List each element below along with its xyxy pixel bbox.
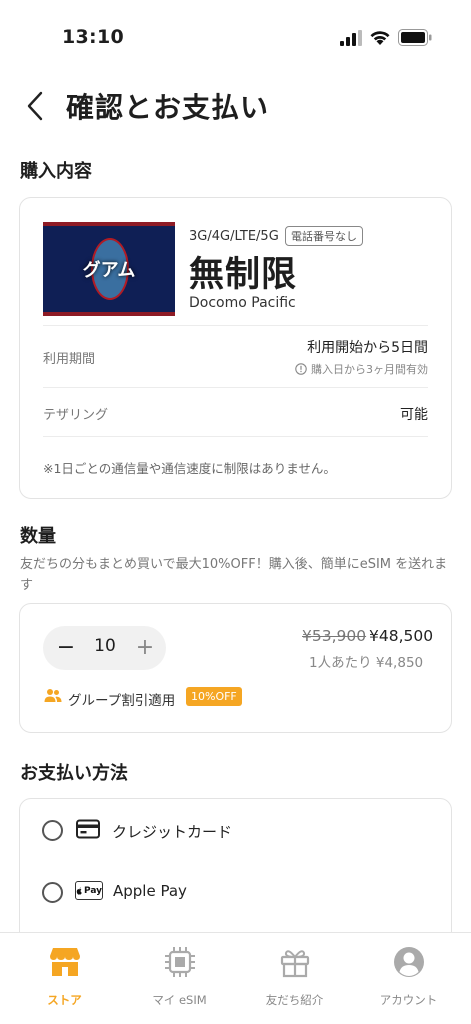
tab-label: マイ eSIM bbox=[152, 993, 207, 1007]
discounted-price: ¥48,500 bbox=[369, 627, 434, 645]
signal-icon bbox=[340, 30, 362, 46]
divider bbox=[43, 387, 428, 388]
group-icon bbox=[44, 689, 62, 702]
increase-button[interactable]: + bbox=[134, 634, 156, 662]
status-time: 13:10 bbox=[62, 26, 124, 48]
period-note: 購入日から3ヶ月間有効 bbox=[295, 361, 428, 377]
section-title-purchase: 購入内容 bbox=[20, 161, 92, 182]
chip-icon bbox=[164, 947, 195, 977]
gift-icon bbox=[280, 950, 309, 978]
credit-card-icon bbox=[76, 819, 100, 839]
divider bbox=[43, 325, 428, 326]
info-icon bbox=[295, 363, 307, 375]
tab-label: アカウント bbox=[379, 993, 438, 1007]
usage-note: ※1日ごとの通信量や通信速度に制限はありません。 bbox=[43, 461, 336, 476]
tethering-value: 可能 bbox=[400, 407, 428, 423]
original-price: ¥53,900 bbox=[302, 627, 367, 645]
apple-logo-icon bbox=[76, 886, 82, 895]
apple-pay-icon-text: Pay bbox=[83, 885, 102, 896]
payment-method-label: クレジットカード bbox=[112, 823, 233, 841]
tab-referral[interactable]: 友だち紹介 bbox=[236, 946, 353, 1008]
back-button[interactable] bbox=[18, 90, 52, 122]
tab-store[interactable]: ストア bbox=[6, 946, 123, 1008]
payment-method-label: Apple Pay bbox=[113, 882, 187, 900]
period-note-text: 購入日から3ヶ月間有効 bbox=[311, 363, 428, 376]
page-title: 確認とお支払い bbox=[66, 91, 270, 124]
divider bbox=[43, 436, 428, 437]
radio-apple-pay[interactable] bbox=[42, 882, 63, 903]
no-phone-number-tag: 電話番号なし bbox=[285, 226, 363, 246]
chevron-left-icon bbox=[27, 91, 43, 121]
decrease-button[interactable]: − bbox=[55, 634, 77, 662]
quantity-subtitle: 友だちの分もまとめ買いで最大10%OFF！購入後、簡単にeSIM を送れます bbox=[20, 557, 448, 593]
account-icon bbox=[393, 947, 424, 977]
radio-credit-card[interactable] bbox=[42, 820, 63, 841]
discount-badge: 10%OFF bbox=[186, 687, 242, 706]
wifi-icon bbox=[370, 31, 390, 45]
quantity-value: 10 bbox=[94, 636, 116, 656]
flag-label: グアム bbox=[82, 260, 136, 281]
apple-pay-icon: Pay bbox=[75, 881, 103, 900]
store-icon bbox=[49, 948, 80, 976]
tethering-label: テザリング bbox=[43, 408, 109, 423]
tab-my-esim[interactable]: マイ eSIM bbox=[121, 946, 238, 1008]
destination-flag-image: グアム bbox=[43, 222, 175, 316]
tab-account[interactable]: アカウント bbox=[350, 946, 467, 1008]
period-value: 利用開始から5日間 bbox=[307, 340, 428, 356]
group-discount-label: グループ割引適用 bbox=[68, 693, 176, 709]
network-type: 3G/4G/LTE/5G bbox=[189, 229, 279, 244]
tab-label: ストア bbox=[47, 993, 82, 1007]
period-label: 利用期間 bbox=[43, 352, 96, 367]
battery-icon bbox=[398, 29, 432, 46]
tab-label: 友だち紹介 bbox=[265, 993, 324, 1007]
section-title-payment: お支払い方法 bbox=[20, 763, 128, 784]
plan-name: 無制限 bbox=[189, 255, 298, 295]
section-title-quantity: 数量 bbox=[20, 526, 56, 547]
operator-name: Docomo Pacific bbox=[189, 295, 296, 311]
price-per-person: 1人あたり ¥4,850 bbox=[309, 655, 424, 671]
